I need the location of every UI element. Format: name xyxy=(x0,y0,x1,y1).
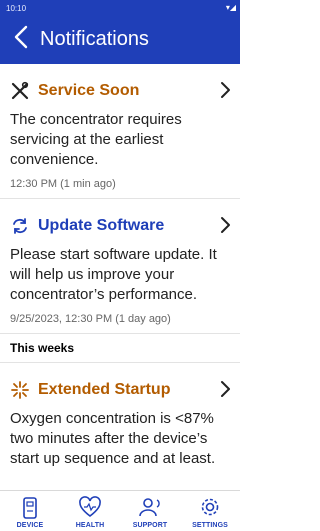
tab-label: SETTINGS xyxy=(192,522,228,529)
device-icon xyxy=(23,497,37,519)
section-header-this-week: This weeks xyxy=(0,334,240,363)
notification-body: Oxygen concentration is <87% two minutes… xyxy=(10,410,216,467)
tab-health[interactable]: HEALTH xyxy=(60,491,120,531)
notification-card-update-software[interactable]: Update Software Please start software up… xyxy=(0,199,240,334)
notification-title: Update Software xyxy=(38,217,165,234)
notification-body: Please start software update. It will he… xyxy=(10,246,217,303)
chevron-right-icon xyxy=(221,217,230,233)
heart-icon xyxy=(79,496,101,518)
tab-label: DEVICE xyxy=(16,522,44,529)
tab-label: HEALTH xyxy=(75,522,105,529)
update-arrows-icon xyxy=(13,218,27,234)
wifi-battery-icon: ▾◢ xyxy=(225,3,236,12)
wrench-screwdriver-icon xyxy=(11,81,29,100)
notification-title: Service Soon xyxy=(38,82,140,99)
support-icon xyxy=(139,498,160,517)
chevron-right-icon xyxy=(221,381,230,397)
notification-card-service-soon[interactable]: Service Soon The concentrator requires s… xyxy=(0,64,240,199)
notification-title: Extended Startup xyxy=(38,381,171,398)
app-header: 10:10 ▾◢ Notifications xyxy=(0,0,240,64)
gear-icon xyxy=(201,498,219,516)
back-button[interactable] xyxy=(10,24,32,50)
tab-device[interactable]: DEVICE xyxy=(0,491,60,531)
tab-support[interactable]: SUPPORT xyxy=(120,491,180,531)
bottom-navigation: DEVICE HEALTH SUPPORT SETTINGS xyxy=(0,490,240,531)
notification-time: 12:30 PM (1 min ago) xyxy=(10,178,116,190)
tab-label: SUPPORT xyxy=(132,522,168,529)
startup-burst-icon xyxy=(11,381,29,399)
tab-settings[interactable]: SETTINGS xyxy=(180,491,240,531)
chevron-right-icon xyxy=(221,82,230,98)
notification-body: The concentrator requires servicing at t… xyxy=(10,111,182,168)
page-title: Notifications xyxy=(40,28,149,50)
notification-list[interactable]: Service Soon The concentrator requires s… xyxy=(0,64,240,490)
notification-card-extended-startup[interactable]: Extended Startup Oxygen concentration is… xyxy=(0,363,240,477)
notification-time: 9/25/2023, 12:30 PM (1 day ago) xyxy=(10,313,171,325)
status-time: 10:10 xyxy=(6,4,27,13)
chevron-left-icon xyxy=(14,25,28,49)
